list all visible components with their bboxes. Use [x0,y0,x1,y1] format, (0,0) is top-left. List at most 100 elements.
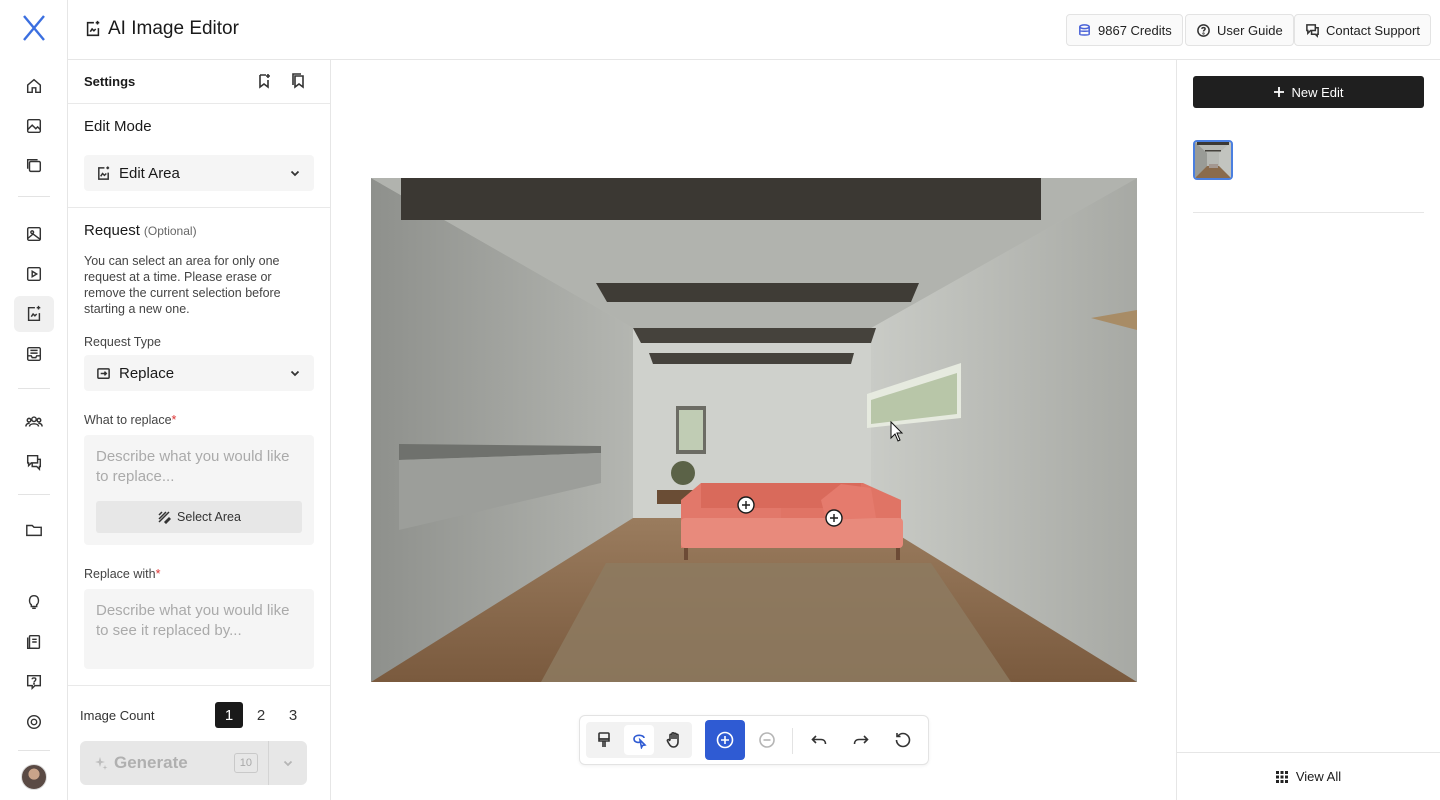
generate-options-button[interactable] [269,758,307,768]
edited-image[interactable] [371,178,1137,682]
brand-logo-icon[interactable] [22,14,46,42]
zoom-out-icon[interactable] [752,725,782,755]
request-title: Request (Optional) [84,222,314,239]
chevron-down-icon [290,170,300,177]
history-thumbnail[interactable] [1193,140,1233,180]
room-photo [371,178,1137,682]
help-icon[interactable] [14,664,54,700]
brush-tool-icon[interactable] [589,725,619,755]
page-title: AI Image Editor [84,18,239,40]
image-count-option-2[interactable]: 2 [247,702,275,728]
user-guide-button[interactable]: User Guide [1185,14,1294,46]
history-divider [1193,212,1424,213]
credits-button[interactable]: 9867 Credits [1066,14,1183,46]
avatar[interactable] [21,764,47,790]
editor-canvas [331,60,1177,800]
edit-mode-title: Edit Mode [84,118,152,135]
request-title-text: Request [84,222,140,239]
generate-button[interactable]: Generate 10 [80,741,307,785]
image-count-option-3[interactable]: 3 [279,702,307,728]
edit-mode-value: Edit Area [119,164,180,182]
undo-icon[interactable] [804,725,834,755]
request-optional-text: (Optional) [143,224,197,238]
request-description: You can select an area for only one requ… [84,254,281,316]
image-icon[interactable] [14,216,54,252]
redo-icon[interactable] [846,725,876,755]
history-panel: New Edit View All [1177,60,1440,800]
generate-label: Generate [114,753,188,772]
gallery-icon[interactable] [14,108,54,144]
settings-circle-icon[interactable] [14,704,54,740]
generate-cost-badge: 10 [233,753,258,773]
reset-icon[interactable] [888,725,918,755]
app-root: AI Image Editor 9867 Credits User Guide … [0,0,1440,800]
settings-header: Settings [68,60,330,104]
image-edit-icon[interactable] [14,296,54,332]
chat-icon[interactable] [14,444,54,480]
select-area-icon [158,511,172,524]
replace-icon [97,367,110,379]
request-type-value: Replace [119,364,175,382]
plus-icon [1274,87,1285,97]
image-count-label: Image Count [80,708,155,723]
contact-support-button[interactable]: Contact Support [1294,14,1431,46]
settings-panel: Settings Edit Mode Edit Area Request (Opt… [68,60,331,800]
contact-support-label: Contact Support [1326,22,1420,38]
edit-mode-select[interactable]: Edit Area [84,155,314,191]
replace-with-field[interactable]: Describe what you would like to see it r… [84,589,314,669]
page-title-text: AI Image Editor [108,18,239,39]
tool-group [586,722,692,758]
what-to-replace-label: What to replace* [84,413,314,427]
home-icon[interactable] [14,68,54,104]
replace-with-label: Replace with* [84,567,314,581]
what-to-replace-label-text: What to replace [84,413,172,427]
what-to-replace-field[interactable]: Describe what you would like to replace.… [84,435,314,545]
hand-pan-icon[interactable] [659,725,689,755]
what-to-replace-placeholder: Describe what you would like to replace.… [96,448,290,485]
user-guide-label: User Guide [1217,22,1283,38]
request-type-select[interactable]: Replace [84,355,314,391]
canvas-toolbar [579,715,929,765]
new-edit-button[interactable]: New Edit [1193,76,1424,108]
image-edit-icon [86,20,100,37]
view-all-label: View All [1295,769,1342,784]
rail-divider [18,388,50,389]
grid-icon [1275,770,1288,783]
video-icon[interactable] [14,256,54,292]
chevron-down-icon [283,760,293,767]
generate-footer: Image Count 1 2 3 Generate 10 [68,685,330,800]
request-type-label: Request Type [84,335,161,349]
settings-title: Settings [84,74,136,89]
lightbulb-icon[interactable] [14,584,54,620]
left-icon-rail [0,0,68,800]
lasso-select-icon[interactable] [624,725,654,755]
bookmarks-icon[interactable] [290,73,308,91]
top-header: AI Image Editor 9867 Credits User Guide … [68,0,1440,60]
folder-icon[interactable] [14,512,54,548]
question-circle-icon [1197,23,1210,37]
team-icon[interactable] [14,404,54,440]
coins-icon [1079,23,1090,36]
sparkle-icon [95,757,108,770]
section-divider [68,207,330,208]
image-count-option-1[interactable]: 1 [215,702,243,728]
rail-divider [18,494,50,495]
rail-divider [18,196,50,197]
collections-icon[interactable] [14,148,54,184]
bookmark-add-icon[interactable] [256,73,274,91]
book-icon[interactable] [14,624,54,660]
chat-bubbles-icon [1306,23,1319,38]
generate-main[interactable]: Generate [80,753,234,773]
zoom-in-icon[interactable] [705,720,745,760]
new-edit-label: New Edit [1291,84,1344,100]
view-all-button[interactable]: View All [1177,752,1440,800]
rail-divider [18,750,50,751]
credits-label: 9867 Credits [1098,22,1172,38]
image-edit-icon [98,165,110,180]
toolbar-divider [792,728,793,754]
select-area-label: Select Area [177,510,241,524]
select-area-button[interactable]: Select Area [96,501,302,533]
replace-with-label-text: Replace with [84,567,156,581]
inbox-icon[interactable] [14,336,54,372]
thumbnail-image [1195,142,1231,178]
